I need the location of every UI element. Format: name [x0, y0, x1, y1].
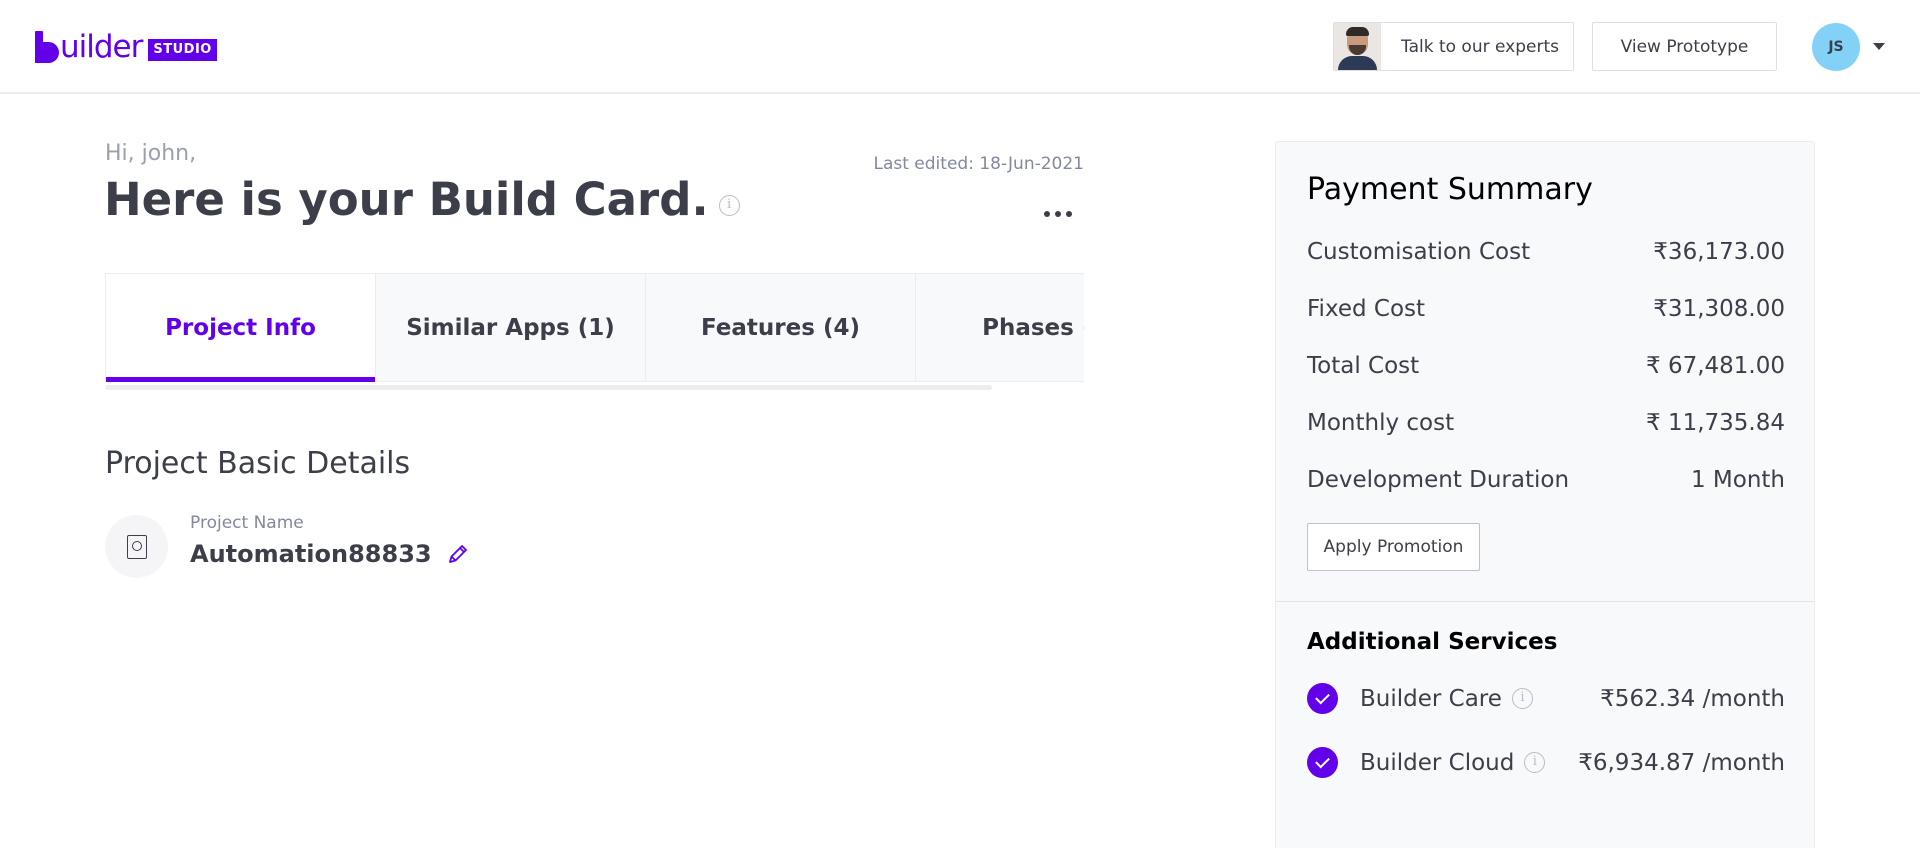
- logo-text: uilder: [60, 29, 143, 65]
- talk-to-experts-button[interactable]: Talk to our experts: [1333, 22, 1574, 71]
- additional-services-title: Additional Services: [1307, 629, 1558, 655]
- info-icon[interactable]: i: [718, 195, 740, 216]
- cost-label: Fixed Cost: [1307, 296, 1426, 322]
- logo-b-mark: [35, 31, 59, 63]
- tab-similar-apps[interactable]: Similar Apps (1): [376, 274, 646, 382]
- cost-row-monthly: Monthly cost ₹ 11,735.84: [1307, 410, 1785, 436]
- tab-features[interactable]: Features (4): [646, 274, 916, 382]
- expert-avatar: [1334, 23, 1381, 70]
- service-row-builder-cloud: Builder Cloud i ₹6,934.87 /month: [1307, 747, 1785, 778]
- page-title: Here is your Build Card. i: [104, 173, 740, 226]
- checkbox-checked-icon[interactable]: [1307, 747, 1338, 778]
- service-price: ₹562.34 /month: [1600, 685, 1785, 712]
- service-name: Builder Cloud: [1360, 749, 1515, 776]
- project-name-value: Automation88833: [190, 540, 432, 568]
- build-card-tabs: Project Info Similar Apps (1) Features (…: [105, 273, 1084, 383]
- top-header: uilder STUDIO Talk to our experts View P…: [0, 0, 1920, 94]
- talk-to-experts-label: Talk to our experts: [1401, 36, 1559, 57]
- cost-row-total: Total Cost ₹ 67,481.00: [1307, 353, 1785, 379]
- user-avatar[interactable]: JS: [1812, 23, 1860, 71]
- cost-value: ₹36,173.00: [1653, 239, 1785, 265]
- project-name-label: Project Name: [190, 513, 304, 533]
- last-edited-text: Last edited: 18-Jun-2021: [873, 154, 1084, 174]
- view-prototype-button[interactable]: View Prototype: [1592, 22, 1777, 71]
- divider: [1276, 601, 1814, 602]
- payment-summary-title: Payment Summary: [1307, 172, 1593, 207]
- more-options-icon[interactable]: [1044, 211, 1072, 217]
- checkbox-checked-icon[interactable]: [1307, 683, 1338, 714]
- cost-value: ₹31,308.00: [1653, 296, 1785, 322]
- cost-row-duration: Development Duration 1 Month: [1307, 467, 1785, 493]
- tab-project-info[interactable]: Project Info: [106, 274, 376, 382]
- logo-badge: STUDIO: [148, 39, 217, 61]
- page-title-text: Here is your Build Card.: [104, 173, 709, 226]
- pencil-icon[interactable]: [446, 542, 470, 566]
- payment-summary-panel: Payment Summary Customisation Cost ₹36,1…: [1275, 141, 1815, 848]
- cost-value: 1 Month: [1690, 467, 1785, 493]
- builder-studio-logo[interactable]: uilder STUDIO: [35, 31, 217, 63]
- project-name-icon-wrap: [105, 515, 168, 578]
- chevron-down-icon[interactable]: [1873, 43, 1885, 50]
- info-icon[interactable]: i: [1524, 752, 1546, 773]
- service-price: ₹6,934.87 /month: [1578, 749, 1785, 776]
- bookmark-icon: [126, 534, 147, 559]
- info-icon[interactable]: i: [1511, 688, 1533, 709]
- cost-value: ₹ 67,481.00: [1646, 353, 1785, 379]
- cost-label: Customisation Cost: [1307, 239, 1531, 265]
- cost-label: Monthly cost: [1307, 410, 1455, 436]
- service-name: Builder Care: [1360, 685, 1502, 712]
- cost-label: Total Cost: [1307, 353, 1420, 379]
- section-title: Project Basic Details: [105, 446, 411, 481]
- service-row-builder-care: Builder Care i ₹562.34 /month: [1307, 683, 1785, 714]
- project-name: Automation88833: [190, 540, 470, 568]
- cost-row-customisation: Customisation Cost ₹36,173.00: [1307, 239, 1785, 265]
- tabs-scrollbar[interactable]: [105, 385, 992, 390]
- cost-row-fixed: Fixed Cost ₹31,308.00: [1307, 296, 1785, 322]
- tab-phases[interactable]: Phases (4): [916, 274, 1084, 382]
- apply-promotion-button[interactable]: Apply Promotion: [1307, 523, 1480, 571]
- cost-label: Development Duration: [1307, 467, 1570, 493]
- cost-value: ₹ 11,735.84: [1646, 410, 1785, 436]
- greeting: Hi, john,: [105, 141, 197, 166]
